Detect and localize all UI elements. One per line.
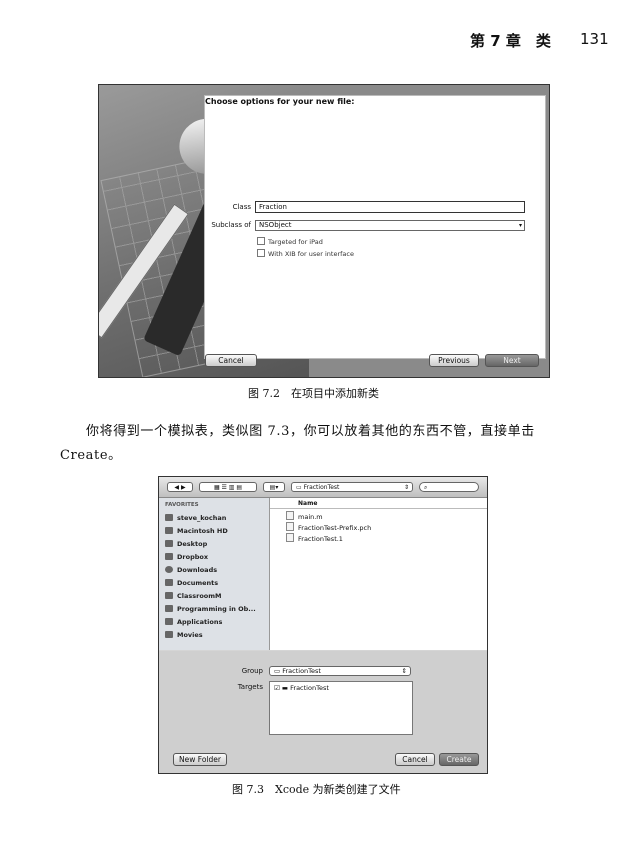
home-icon [165,514,173,521]
chevron-down-icon: ▾ [518,222,522,229]
target-label: FractionTest [290,684,329,692]
class-label: Class [232,203,251,211]
chevron-updown-icon: ⇕ [401,667,407,675]
path-popup[interactable]: ▭ FractionTest ⇕ [291,482,413,492]
group-label: Group [241,667,263,675]
sidebar-item[interactable]: Movies [165,631,203,639]
figure-caption-7-2: 图 7.2 在项目中添加新类 [248,387,379,400]
new-file-options-screenshot: Choose options for your new file: Class … [98,84,550,378]
running-header: 第 7 章 类 131 [470,30,609,51]
list-item[interactable]: main.m [286,511,323,521]
class-field[interactable]: Fraction [255,201,525,213]
file-icon [286,511,294,520]
folder-icon [165,540,173,547]
sidebar-item[interactable]: steve_kochan [165,514,226,522]
cancel-button[interactable]: Cancel [395,753,435,766]
group-popup[interactable]: ▭ FractionTest ⇕ [269,666,411,676]
save-dialog-screenshot: ◀ ▶ ▦ ☰ ▥ ▤ ▤▾ ▭ FractionTest ⇕ ⌕ FAVORI… [158,476,488,774]
options-panel: Group ▭ FractionTest ⇕ Targets ☑ ▬ Fract… [159,651,487,773]
view-mode-buttons[interactable]: ▦ ☰ ▥ ▤ [199,482,257,492]
sidebar-item[interactable]: Macintosh HD [165,527,228,535]
target-row[interactable]: ☑ ▬ FractionTest [274,684,329,692]
sidebar-item[interactable]: Dropbox [165,553,208,561]
column-header-name[interactable]: Name [270,500,487,509]
sidebar-item[interactable]: Applications [165,618,222,626]
cancel-button[interactable]: Cancel [205,354,257,367]
file-icon [286,533,294,542]
sidebar: FAVORITES steve_kochan Macintosh HD Desk… [159,498,270,650]
downloads-icon [165,566,173,573]
search-icon: ⌕ [424,484,428,491]
body-paragraph-line2: Create。 [60,448,122,463]
group-value: FractionTest [282,667,321,675]
arrange-button[interactable]: ▤▾ [263,482,285,492]
favorites-heading: FAVORITES [165,502,199,508]
dialog-toolbar: ◀ ▶ ▦ ☰ ▥ ▤ ▤▾ ▭ FractionTest ⇕ ⌕ [159,477,487,498]
list-item[interactable]: FractionTest.1 [286,533,343,543]
targets-label: Targets [237,683,263,691]
file-icon [286,522,294,531]
ipad-option-label: Targeted for iPad [268,238,323,246]
file-list: Name main.m FractionTest-Prefix.pch Frac… [270,498,487,650]
folder-icon [165,553,173,560]
documents-icon [165,579,173,586]
applications-icon [165,618,173,625]
folder-icon: ▭ [274,667,281,675]
search-input[interactable]: ⌕ [419,482,479,492]
previous-button[interactable]: Previous [429,354,479,367]
path-folder-label: FractionTest [303,484,340,491]
sidebar-item[interactable]: Downloads [165,566,217,574]
targets-list: ☑ ▬ FractionTest [269,681,413,735]
checkbox-icon[interactable] [257,237,265,245]
page-number: 131 [580,30,609,48]
list-item[interactable]: FractionTest-Prefix.pch [286,522,371,532]
sidebar-item[interactable]: Documents [165,579,218,587]
ipad-option[interactable]: Targeted for iPad [257,237,323,246]
sidebar-item[interactable]: ClassroomM [165,592,222,600]
sheet-title: Choose options for your new file: [205,97,355,106]
chevron-updown-icon: ⇕ [403,484,409,491]
disk-icon [165,527,173,534]
subclass-select[interactable]: NSObject ▾ [255,220,525,231]
body-paragraph-line1: 你将得到一个模拟表，类似图 7.3，你可以放着其他的东西不管，直接单击 [86,424,535,439]
folder-icon [165,605,173,612]
checkbox-checked-icon[interactable]: ☑ [274,684,280,692]
chapter-title: 第 7 章 类 [470,32,551,50]
subclass-label: Subclass of [211,221,251,229]
next-button[interactable]: Next [485,354,539,367]
figure-caption-7-3: 图 7.3 Xcode 为新类创建了文件 [232,783,401,796]
sidebar-item[interactable]: Programming in Ob... [165,605,256,613]
xib-option-label: With XIB for user interface [268,250,354,258]
create-button[interactable]: Create [439,753,479,766]
sidebar-item[interactable]: Desktop [165,540,207,548]
gear-icon [165,631,173,638]
subclass-value: NSObject [259,221,292,229]
xib-option[interactable]: With XIB for user interface [257,249,354,258]
checkbox-icon[interactable] [257,249,265,257]
folder-icon [165,592,173,599]
app-icon: ▬ [281,684,289,692]
new-folder-button[interactable]: New Folder [173,753,227,766]
folder-icon: ▭ [296,484,302,491]
back-forward-buttons[interactable]: ◀ ▶ [167,482,193,492]
